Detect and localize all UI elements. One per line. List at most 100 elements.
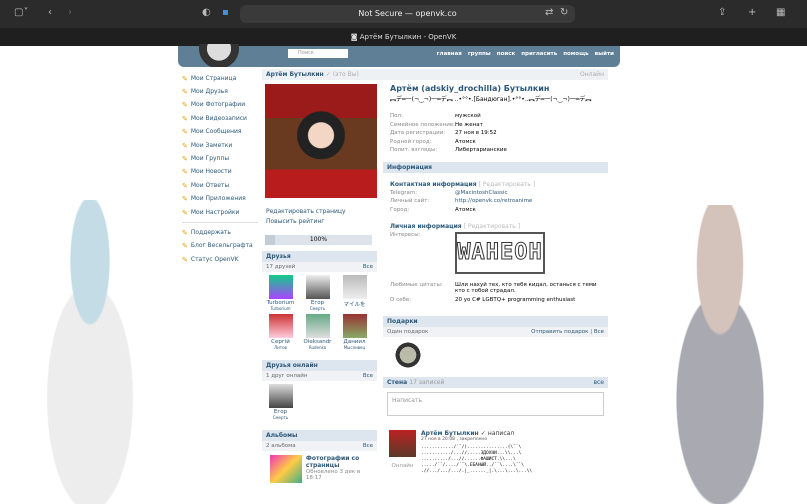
forward-icon[interactable]: ›: [68, 7, 72, 18]
profile-field: Семейное положение: Не женат: [390, 121, 483, 128]
verified-icon: ✓: [325, 71, 331, 78]
sidebar-item[interactable]: ✎ Поддержать: [182, 226, 258, 239]
albums-header[interactable]: Альбомы: [262, 430, 377, 441]
edit-contact-link[interactable]: [ Редактировать ]: [479, 181, 535, 188]
online-friends-header[interactable]: Друзья онлайн: [262, 360, 377, 371]
reload-icon[interactable]: ↻: [560, 7, 568, 18]
rating-bar: 100%: [265, 235, 372, 245]
friend-item[interactable]: Егор Смерть: [299, 275, 336, 311]
profile-status[interactable]: ︻デ═一(¬‿¬)一═デ︻ ..•°°•.[Бандюган].•°°•..︻デ…: [390, 94, 608, 103]
sidebar-item[interactable]: ✎ Мои Видеозаписи: [182, 112, 258, 125]
friend-avatar: [268, 275, 293, 299]
edit-personal-link[interactable]: [ Редактировать ]: [464, 223, 520, 230]
nav-groups[interactable]: группы: [468, 51, 491, 57]
friend-item[interactable]: Даниил Мысливец: [336, 314, 373, 350]
albums-all-link[interactable]: Все: [363, 443, 373, 449]
sidebar-menu: ✎ Мои Страница ✎ Мои Друзья ✎ Мои Фотографии ✎…: [182, 72, 258, 266]
about-text: 20 yo C# LGBTQ+ programming enthusiast: [455, 297, 576, 303]
gift-item[interactable]: [393, 340, 423, 369]
nav-invite[interactable]: пригласить: [521, 51, 557, 57]
post-author-link[interactable]: Артём Бутылкин: [421, 430, 479, 437]
new-tab-icon[interactable]: +: [748, 7, 756, 18]
pencil-icon: ✎: [182, 155, 188, 164]
interests-art: WAHEOH: [455, 232, 545, 274]
contact-info-title: Контактная информация [ Редактировать ]: [390, 180, 536, 188]
friends-count: 17 друзей: [266, 264, 296, 270]
album-item[interactable]: Фотографии со страницы Обновлено 3 дек в …: [262, 451, 377, 487]
pencil-icon: ✎: [182, 88, 188, 97]
friend-item[interactable]: Oleksandr Rudenko: [299, 314, 336, 350]
friend-avatar: [342, 314, 367, 338]
search-input[interactable]: Поиск: [288, 49, 348, 58]
logo-mascot[interactable]: [184, 44, 254, 67]
sidebar-toggle-icon[interactable]: ▢˅: [14, 7, 28, 18]
pencil-icon: ✎: [182, 255, 188, 264]
site-header: Поиск главная группы поиск пригласить по…: [178, 44, 620, 67]
nav-search[interactable]: поиск: [497, 51, 515, 57]
back-icon[interactable]: ‹: [48, 7, 52, 18]
website-link[interactable]: http://openvk.co/retroanime: [455, 198, 532, 207]
friend-item[interactable]: Turborium Turborium: [262, 275, 299, 311]
edit-page-link[interactable]: Редактировать страницу: [266, 208, 377, 215]
sidebar-item[interactable]: ✎ Мои Новости: [182, 166, 258, 179]
info-header: Информация: [383, 161, 608, 173]
pencil-icon: ✎: [182, 208, 188, 217]
friend-item[interactable]: マイルを: [336, 275, 373, 311]
nav-home[interactable]: главная: [437, 51, 462, 57]
page-title: Артём Бутылкин: [266, 71, 324, 78]
albums-count: 2 альбома: [266, 443, 296, 449]
friends-all-link[interactable]: Все: [363, 264, 373, 270]
friend-item[interactable]: Сергій Литов: [262, 314, 299, 350]
tab-title: Артём Бутылкин - OpenVK: [359, 33, 457, 41]
online-friends-all-link[interactable]: Все: [363, 373, 373, 379]
share-icon[interactable]: ⇪: [718, 7, 726, 18]
shield-icon[interactable]: ◐: [202, 7, 211, 18]
raise-rating-link[interactable]: Повысить рейтинг: [266, 218, 377, 225]
browser-chrome: ▢˅ ‹ › ◐ ▪ Not Secure — openvk.co ⇄ ↻ ⇪ …: [0, 0, 807, 46]
nav-logout[interactable]: выйти: [595, 51, 614, 57]
friends-header[interactable]: Друзья: [262, 251, 377, 262]
post-author-avatar[interactable]: [389, 429, 416, 457]
profile-field: Дата регистрации: 27 ноя в 19:52: [390, 130, 497, 136]
wall-post-input[interactable]: Написать: [387, 391, 604, 416]
sidebar-item[interactable]: ✎ Мои Сообщения: [182, 126, 258, 139]
tab-overview-icon[interactable]: ▦: [776, 7, 785, 18]
gifts-all-link[interactable]: Все: [594, 329, 604, 335]
address-bar[interactable]: Not Secure — openvk.co: [240, 5, 575, 23]
gifts-count: Один подарок: [387, 328, 429, 335]
pencil-icon: ✎: [182, 114, 188, 123]
friend-avatar: [342, 275, 367, 299]
friend-avatar: [305, 314, 330, 338]
sidebar-item[interactable]: ✎ Блог Весельграфта: [182, 240, 258, 253]
sidebar-item[interactable]: ✎ Мои Группы: [182, 152, 258, 165]
pencil-icon: ✎: [182, 168, 188, 177]
sidebar-item[interactable]: ✎ Мои Фотографии: [182, 99, 258, 112]
profile-field: Полит. взгляды: Либертарианские: [390, 147, 507, 153]
personal-info-title: Личная информация [ Редактировать ]: [390, 223, 521, 230]
you-label: (это Вы): [332, 71, 359, 78]
telegram-link[interactable]: @MacintoshClassic: [455, 190, 508, 199]
profile-avatar[interactable]: [265, 84, 377, 198]
url-text: Not Secure — openvk.co: [358, 9, 457, 18]
friend-item[interactable]: Егор Смерть: [262, 384, 299, 420]
post-date[interactable]: 27 ноя в 20:08 , закреплено: [421, 437, 532, 442]
pencil-icon: ✎: [182, 228, 188, 237]
gifts-header[interactable]: Подарки: [383, 315, 608, 327]
sidebar-item[interactable]: ✎ Мои Ответы: [182, 179, 258, 192]
sidebar-item[interactable]: ✎ Статус OpenVK: [182, 253, 258, 266]
nav-help[interactable]: помощь: [563, 51, 588, 57]
sidebar-item[interactable]: ✎ Мои Заметки: [182, 139, 258, 152]
online-friends-count: 1 друг онлайн: [266, 373, 308, 379]
sidebar-item[interactable]: ✎ Мои Друзья: [182, 85, 258, 98]
send-gift-link[interactable]: Отправить подарок: [531, 329, 588, 335]
translate-icon[interactable]: ⇄: [545, 7, 553, 18]
wall-all-link[interactable]: все: [593, 379, 604, 386]
extension-icon[interactable]: ▪: [222, 7, 229, 18]
sidebar-item[interactable]: ✎ Мои Страница: [182, 72, 258, 85]
tab-active[interactable]: ◙ Артём Бутылкин - OpenVK: [0, 28, 807, 46]
sidebar-item[interactable]: ✎ Мои Настройки: [182, 206, 258, 219]
wall-header[interactable]: Стена: [387, 379, 407, 386]
sidebar-item[interactable]: ✎ Мои Приложения: [182, 193, 258, 206]
page-title-bar: Артём Бутылкин ✓ (это Вы) Онлайн: [262, 69, 608, 80]
pencil-icon: ✎: [182, 181, 188, 190]
